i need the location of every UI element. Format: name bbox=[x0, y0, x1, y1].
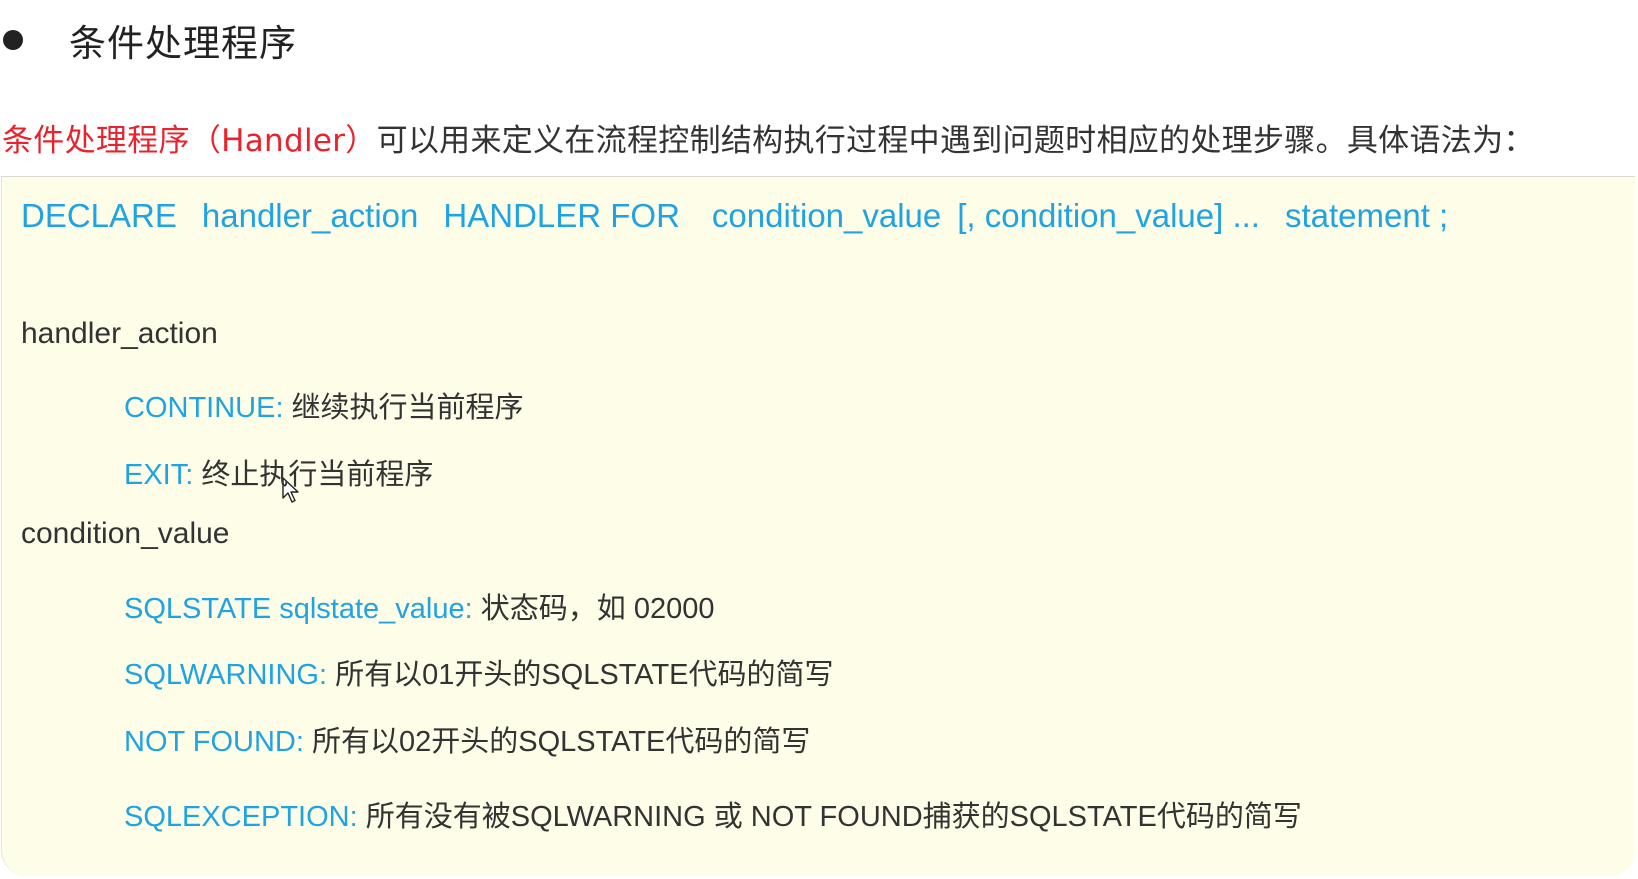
item-key: SQLEXCEPTION: bbox=[124, 801, 358, 833]
intro-text: 可以用来定义在流程控制结构执行过程中遇到问题时相应的处理步骤。具体语法为： bbox=[376, 123, 1535, 159]
condition-value-label: condition_value bbox=[21, 517, 230, 550]
intro-paragraph: 条件处理程序（Handler）可以用来定义在流程控制结构执行过程中遇到问题时相应… bbox=[2, 115, 1535, 160]
syntax-statement: statement ; bbox=[1284, 197, 1449, 234]
section-heading: 条件处理程序 bbox=[0, 10, 297, 70]
section-title: 条件处理程序 bbox=[69, 22, 297, 65]
syntax-declare: DECLARE bbox=[21, 197, 177, 234]
item-key: CONTINUE: bbox=[124, 392, 284, 424]
item-key: EXIT: bbox=[124, 459, 194, 491]
condition-value-item-sqlstate: SQLSTATE sqlstate_value: 状态码，如 02000 bbox=[124, 585, 714, 627]
syntax-more-condition-values: [, condition_value] ... bbox=[957, 197, 1260, 234]
handler-action-item-continue: CONTINUE: 继续执行当前程序 bbox=[124, 384, 524, 426]
handler-action-item-exit: EXIT: 终止执行当前程序 bbox=[124, 451, 433, 493]
bullet-dot-icon bbox=[3, 30, 23, 50]
condition-value-item-not-found: NOT FOUND: 所有以02开头的SQLSTATE代码的简写 bbox=[124, 718, 810, 760]
syntax-handler-action: handler_action bbox=[201, 197, 419, 234]
intro-term: 条件处理程序 bbox=[2, 123, 190, 159]
item-desc: 所有以01开头的SQLSTATE代码的简写 bbox=[327, 659, 834, 691]
item-key: SQLSTATE sqlstate_value: bbox=[124, 593, 473, 625]
condition-value-item-sqlwarning: SQLWARNING: 所有以01开头的SQLSTATE代码的简写 bbox=[124, 651, 834, 693]
item-desc: 继续执行当前程序 bbox=[283, 392, 524, 424]
syntax-box: DECLARE handler_action HANDLER FOR conditio… bbox=[1, 176, 1635, 876]
item-key: SQLWARNING: bbox=[124, 659, 328, 691]
item-desc: 所有以02开头的SQLSTATE代码的简写 bbox=[303, 726, 811, 758]
item-desc: 终止执行当前程序 bbox=[193, 459, 434, 491]
intro-handler-term: （Handler） bbox=[189, 123, 377, 159]
item-desc: 所有没有被SQLWARNING 或 NOT FOUND捕获的SQLSTATE代码… bbox=[357, 801, 1302, 833]
syntax-handler-for: HANDLER FOR bbox=[443, 197, 680, 234]
item-key: NOT FOUND: bbox=[124, 726, 304, 758]
syntax-declaration: DECLARE handler_action HANDLER FOR conditio… bbox=[21, 197, 1448, 235]
condition-value-item-sqlexception: SQLEXCEPTION: 所有没有被SQLWARNING 或 NOT FOUN… bbox=[124, 793, 1302, 835]
handler-action-label: handler_action bbox=[21, 317, 218, 350]
slide-page: 条件处理程序 条件处理程序（Handler）可以用来定义在流程控制结构执行过程中… bbox=[0, 0, 1638, 879]
item-desc: 状态码，如 02000 bbox=[472, 593, 715, 625]
syntax-condition-value: condition_value bbox=[711, 197, 942, 234]
